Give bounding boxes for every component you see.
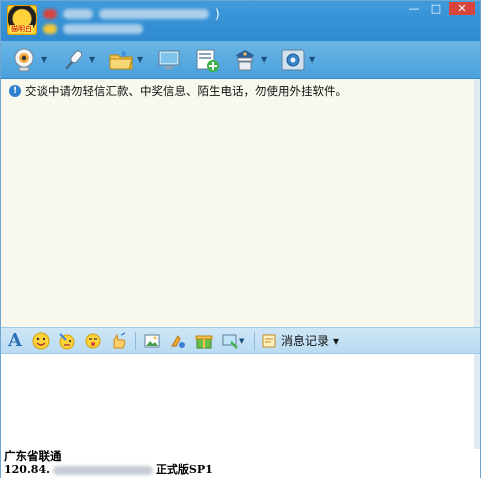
main-toolbar: ▼ ▼ ▼ ▼ ▼	[1, 41, 480, 79]
level-icon	[43, 24, 57, 34]
voice-call-button[interactable]: ▼	[59, 44, 97, 76]
chevron-down-icon[interactable]: ▼	[239, 337, 247, 345]
security-notice-text: 交谈中请勿轻信汇款、中奖信息、陌生电话，勿使用外挂软件。	[25, 84, 347, 98]
avatar-badge: 猫明白	[10, 25, 33, 33]
gift-icon[interactable]	[194, 331, 214, 351]
client-version: 正式版SP1	[155, 463, 213, 476]
ip-redacted	[52, 465, 153, 475]
magic-emoji-icon[interactable]	[57, 331, 77, 351]
message-history-button[interactable]: 消息记录 ▾	[261, 332, 339, 349]
screen-icon	[155, 46, 183, 74]
video-call-button[interactable]: ▼	[11, 44, 49, 76]
signature-redacted	[63, 24, 143, 34]
security-notice: ! 交谈中请勿轻信汇款、中奖信息、陌生电话，勿使用外挂软件。	[1, 79, 474, 103]
ip-version-line: 120.84. 正式版SP1	[4, 463, 480, 477]
chevron-down-icon[interactable]: ▼	[309, 55, 317, 64]
avatar[interactable]: 猫明白	[7, 5, 37, 35]
folder-icon	[107, 46, 135, 74]
toolbar-separator	[254, 331, 255, 350]
remark-redacted	[99, 9, 209, 19]
title-bar[interactable]: 猫明白 ) — □ ✕	[1, 1, 480, 41]
format-toolbar: A ▼ 消息记录 ▾	[1, 327, 480, 354]
webcam-icon	[11, 46, 39, 74]
minimize-button[interactable]: —	[403, 2, 425, 15]
create-note-button[interactable]	[193, 44, 221, 76]
message-input[interactable]	[1, 354, 474, 449]
chevron-down-icon: ▾	[333, 333, 340, 348]
screen-capture-icon[interactable]: ▼	[220, 331, 248, 351]
chevron-down-icon[interactable]: ▼	[137, 55, 145, 64]
settings-icon	[279, 46, 307, 74]
font-icon[interactable]: A	[5, 330, 25, 351]
chevron-down-icon[interactable]: ▼	[89, 55, 97, 64]
emoji-icon[interactable]	[31, 331, 51, 351]
message-history[interactable]: ! 交谈中请勿轻信汇款、中奖信息、陌生电话，勿使用外挂软件。	[1, 79, 474, 327]
microphone-icon	[59, 46, 87, 74]
screenshot-icon[interactable]	[168, 331, 188, 351]
police-icon	[231, 46, 259, 74]
name-suffix: )	[215, 7, 220, 21]
contact-signature-line	[43, 22, 143, 36]
remote-assist-button[interactable]	[155, 44, 183, 76]
close-button[interactable]: ✕	[449, 2, 475, 15]
chat-window: 猫明白 ) — □ ✕ ▼ ▼ ▼ ▼ ▼ ! 交谈中请勿轻信汇款、中奖信息、陌…	[0, 0, 481, 478]
send-file-button[interactable]: ▼	[107, 44, 145, 76]
chevron-down-icon[interactable]: ▼	[41, 55, 49, 64]
info-shield-icon: !	[9, 85, 21, 97]
history-icon	[262, 334, 276, 347]
report-button[interactable]: ▼	[231, 44, 269, 76]
ip-prefix: 120.84.	[4, 463, 50, 476]
add-note-icon	[193, 46, 221, 74]
maximize-button[interactable]: □	[425, 2, 447, 15]
shake-icon[interactable]	[83, 331, 103, 351]
app-settings-button[interactable]: ▼	[279, 44, 317, 76]
image-icon[interactable]	[142, 331, 162, 351]
vertical-scrollbar[interactable]	[474, 79, 480, 449]
message-history-label: 消息记录	[281, 334, 330, 348]
contact-info-footer: 广东省联通 120.84. 正式版SP1	[1, 449, 480, 478]
location-label: 广东省联通	[4, 449, 62, 463]
toolbar-separator	[135, 331, 136, 350]
nickname-redacted	[63, 9, 93, 19]
chevron-down-icon[interactable]: ▼	[261, 55, 269, 64]
contact-name-line: )	[43, 6, 220, 22]
hand-icon[interactable]	[109, 331, 129, 351]
status-icon	[43, 9, 57, 19]
